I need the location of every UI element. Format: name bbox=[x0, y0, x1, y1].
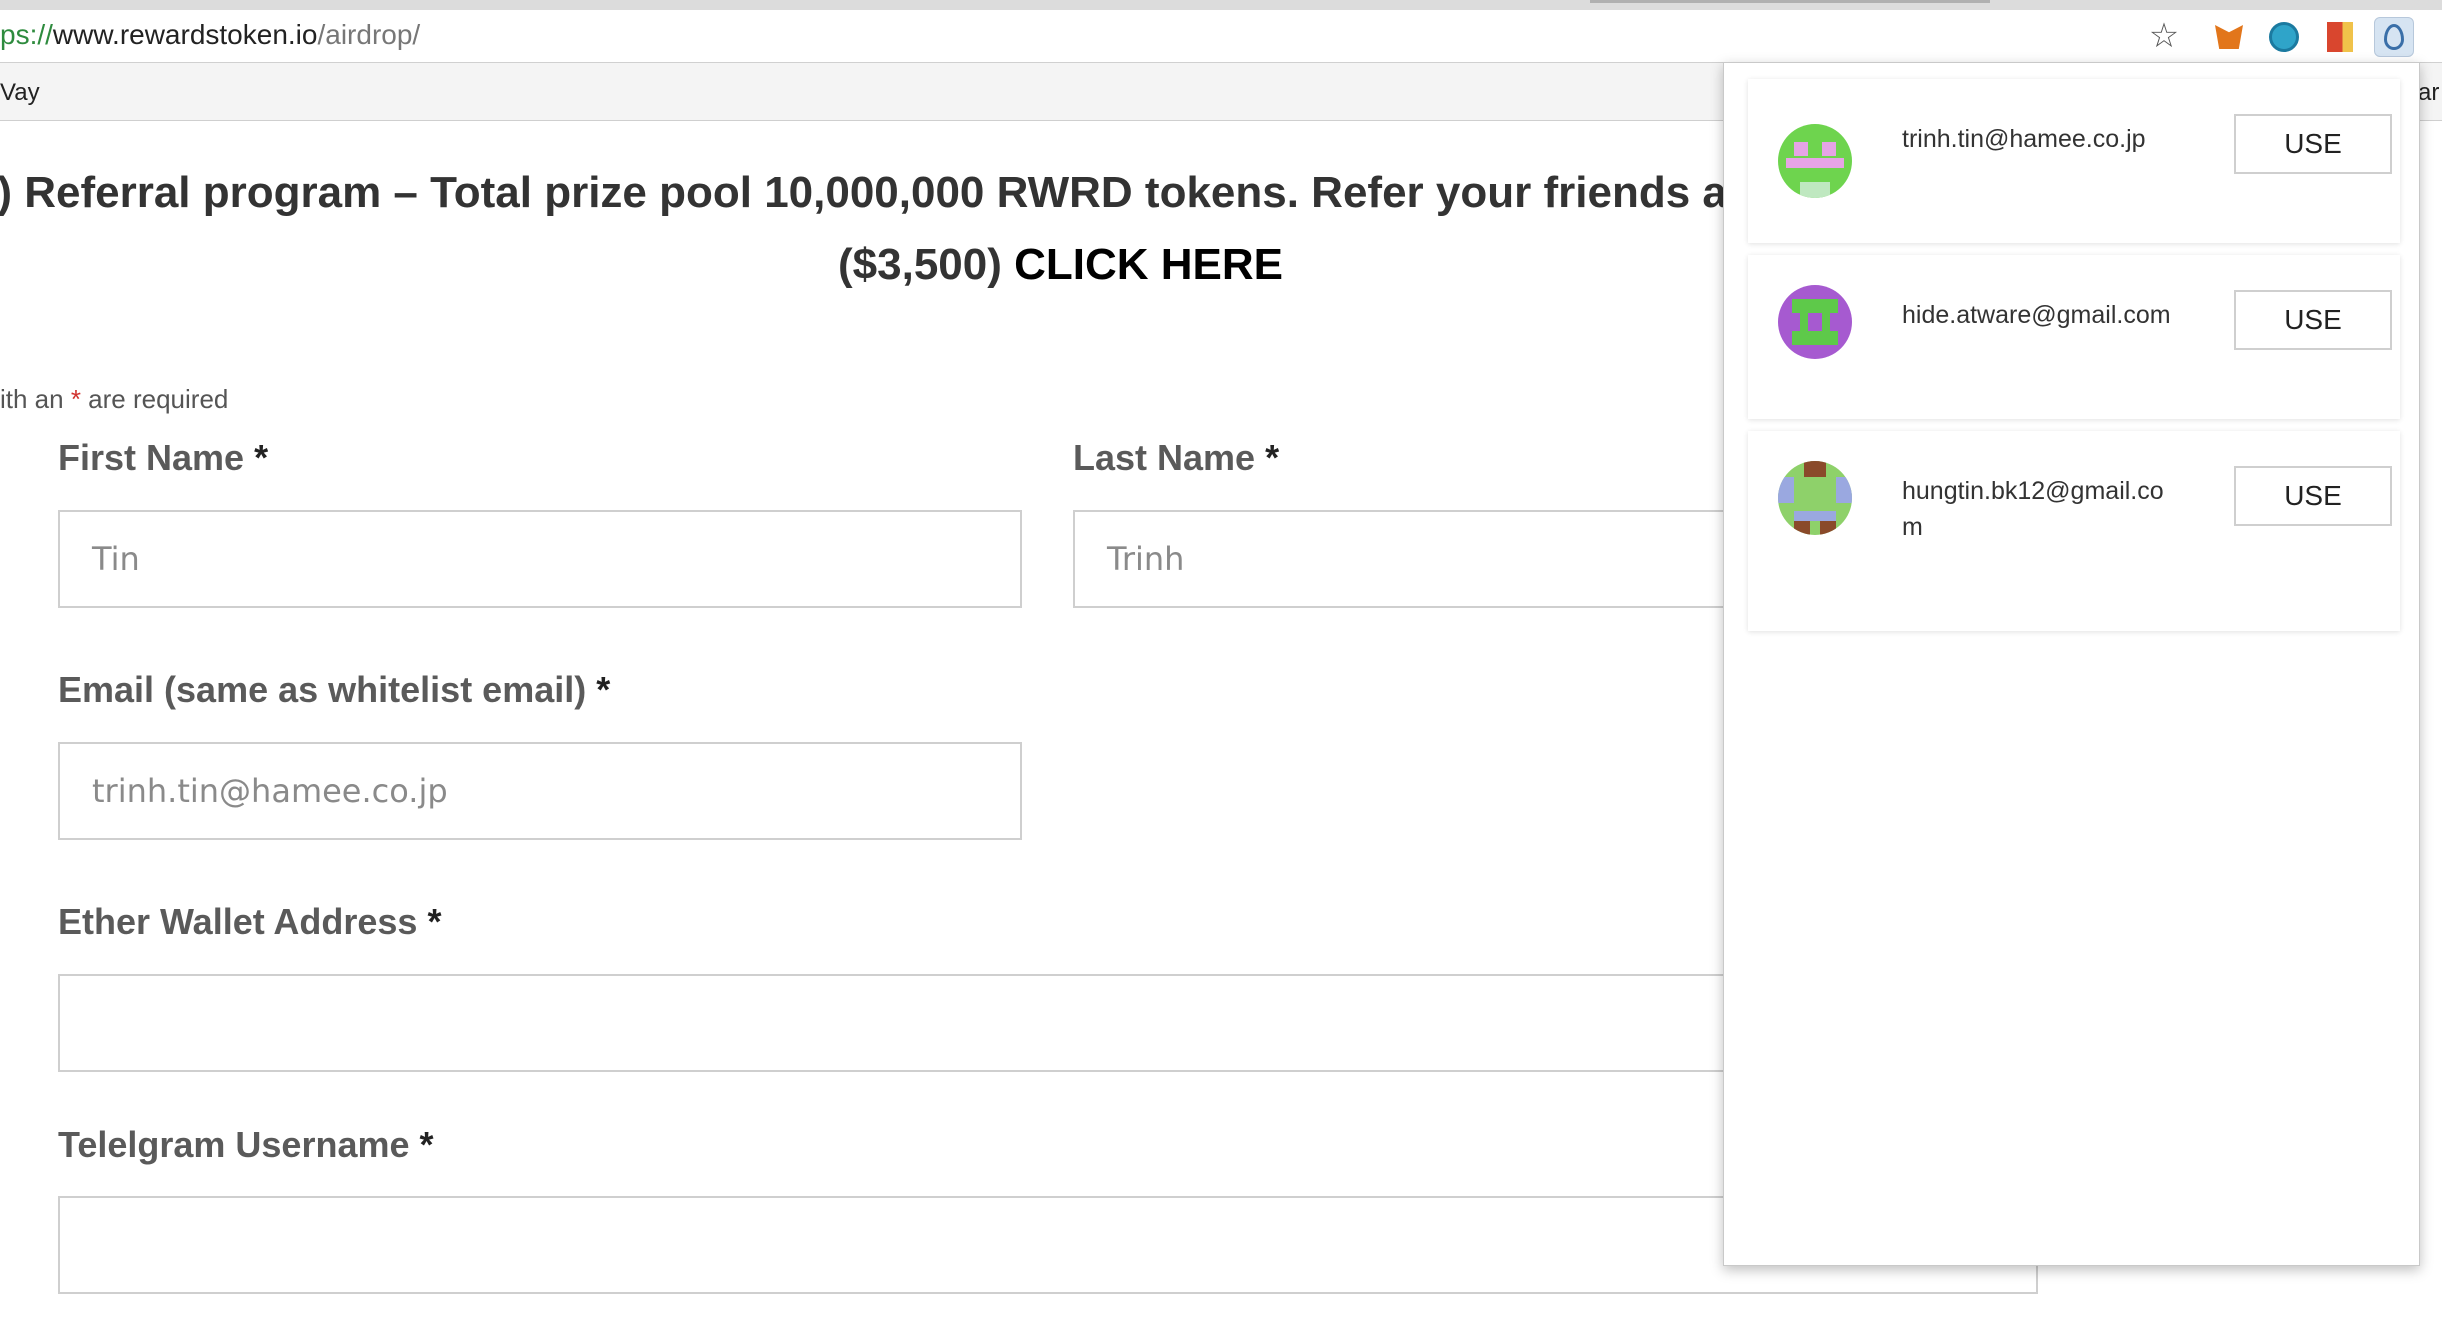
browser-tabstrip bbox=[0, 0, 2442, 10]
required-note-suffix: are required bbox=[80, 384, 229, 414]
required-fields-note: ith an * are required bbox=[0, 384, 228, 415]
account-card: hungtin.bk12@gmail.com USE bbox=[1748, 431, 2400, 631]
account-card: trinh.tin@hamee.co.jp USE bbox=[1748, 79, 2400, 243]
account-avatar bbox=[1778, 461, 1852, 535]
tab-indicator bbox=[1590, 0, 1990, 3]
email-input[interactable]: trinh.tin@hamee.co.jp bbox=[58, 742, 1022, 840]
bookmark-star-icon[interactable]: ☆ bbox=[2146, 18, 2182, 54]
url-path: /airdrop/ bbox=[317, 19, 421, 50]
required-asterisk: * bbox=[254, 437, 269, 478]
last-name-input[interactable]: Trinh bbox=[1073, 510, 1733, 608]
required-asterisk: * bbox=[427, 901, 442, 942]
required-asterisk: * bbox=[596, 669, 611, 710]
telegram-username-label: Telelgram Username * bbox=[58, 1124, 434, 1166]
url-text[interactable]: ps://www.rewardstoken.io/airdrop/ bbox=[0, 20, 420, 50]
url-host: www.rewardstoken.io bbox=[52, 19, 318, 50]
use-account-button[interactable]: USE bbox=[2234, 114, 2392, 174]
wallet-address-label: Ether Wallet Address * bbox=[58, 901, 441, 943]
account-email: hungtin.bk12@gmail.com bbox=[1902, 477, 2164, 541]
email-label: Email (same as whitelist email) * bbox=[58, 669, 610, 711]
click-here-link[interactable]: CLICK HERE bbox=[1014, 240, 1283, 289]
last-name-label: Last Name * bbox=[1073, 437, 1279, 479]
droplet-extension-icon[interactable] bbox=[2374, 17, 2414, 57]
account-avatar bbox=[1778, 124, 1852, 198]
address-bar[interactable]: ps://www.rewardstoken.io/airdrop/ ☆ bbox=[0, 10, 2442, 63]
account-avatar bbox=[1778, 285, 1852, 359]
account-email: trinh.tin@hamee.co.jp bbox=[1902, 125, 2146, 153]
bookmark-item[interactable]: Vay bbox=[0, 79, 40, 107]
first-name-input[interactable]: Tin bbox=[58, 510, 1022, 608]
required-note-star: * bbox=[70, 384, 81, 414]
blue-circle-extension-icon[interactable] bbox=[2264, 17, 2304, 57]
use-account-button[interactable]: USE bbox=[2234, 466, 2392, 526]
book-extension-icon[interactable] bbox=[2320, 17, 2360, 57]
bookmark-item[interactable]: ar bbox=[2418, 79, 2439, 107]
account-email: hide.atware@gmail.com bbox=[1902, 301, 2171, 329]
required-note-prefix: ith an bbox=[0, 384, 71, 414]
last-name-label-text: Last Name bbox=[1073, 437, 1256, 478]
wallet-address-label-text: Ether Wallet Address bbox=[58, 901, 418, 942]
first-name-label: First Name * bbox=[58, 437, 268, 479]
banner-prize-text: ($3,500) bbox=[838, 240, 1015, 289]
url-scheme: ps:// bbox=[0, 19, 53, 50]
email-label-text: Email (same as whitelist email) bbox=[58, 669, 587, 710]
account-picker-popup: trinh.tin@hamee.co.jp USE hide.atware@gm… bbox=[1723, 62, 2420, 1266]
use-account-button[interactable]: USE bbox=[2234, 290, 2392, 350]
required-asterisk: * bbox=[1265, 437, 1280, 478]
metamask-extension-icon[interactable] bbox=[2209, 17, 2249, 57]
required-asterisk: * bbox=[419, 1124, 434, 1165]
telegram-username-label-text: Telelgram Username bbox=[58, 1124, 410, 1165]
account-card: hide.atware@gmail.com USE bbox=[1748, 255, 2400, 419]
first-name-label-text: First Name bbox=[58, 437, 245, 478]
referral-banner-line2: ($3,500) CLICK HERE bbox=[838, 240, 1283, 290]
